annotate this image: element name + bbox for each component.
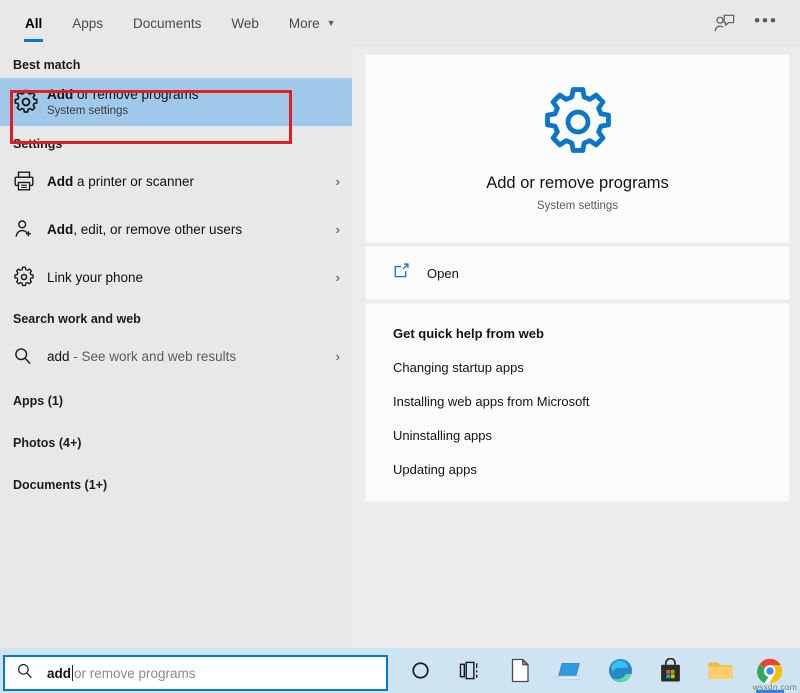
section-header-photos[interactable]: Photos (4+) bbox=[0, 422, 352, 464]
taskbar-search-input[interactable]: add or remove programs bbox=[3, 655, 388, 691]
tab-bar-actions: ••• bbox=[706, 0, 800, 47]
gear-icon bbox=[541, 85, 615, 164]
search-tabs: All Apps Documents Web More ▼ bbox=[0, 0, 351, 47]
help-link-changing-startup-apps[interactable]: Changing startup apps bbox=[393, 360, 789, 375]
web-result-text: add - See work and web results bbox=[47, 348, 328, 365]
result-title-bold: Add bbox=[47, 86, 74, 102]
result-title: Add or remove programs bbox=[47, 86, 340, 103]
tab-all[interactable]: All bbox=[10, 0, 57, 47]
settings-header: Settings bbox=[13, 137, 63, 151]
result-subtitle: System settings bbox=[47, 104, 129, 117]
search-suggestion: or remove programs bbox=[74, 665, 196, 681]
microsoft-store-icon bbox=[660, 658, 680, 682]
document-icon bbox=[511, 658, 529, 683]
open-external-icon bbox=[393, 262, 410, 284]
chevron-right-icon: › bbox=[335, 348, 340, 364]
gear-icon bbox=[13, 89, 47, 115]
result-text: Add or remove programs System settings bbox=[47, 86, 340, 119]
settings-item-title: Add a printer or scanner bbox=[47, 173, 328, 190]
web-result-title: add - See work and web results bbox=[47, 348, 328, 365]
settings-item-title-bold: Add bbox=[47, 221, 74, 237]
add-user-icon bbox=[13, 218, 47, 240]
settings-item-title-bold: Add bbox=[47, 173, 74, 189]
help-link-updating-apps[interactable]: Updating apps bbox=[393, 462, 789, 477]
section-header-apps[interactable]: Apps (1) bbox=[0, 380, 352, 422]
taskbar-icons bbox=[395, 648, 800, 693]
settings-item-text: Link your phone bbox=[47, 269, 328, 286]
watermark: wsxdn.com bbox=[752, 682, 797, 692]
taskbar-item-document[interactable] bbox=[495, 648, 545, 693]
result-add-or-remove-programs[interactable]: Add or remove programs System settings bbox=[0, 78, 352, 126]
cortana-icon bbox=[411, 662, 429, 679]
quick-help-title: Get quick help from web bbox=[393, 326, 544, 341]
settings-item-title-rest: , edit, or remove other users bbox=[73, 221, 243, 237]
tab-all-label: All bbox=[25, 16, 43, 31]
preview-app-card: Add or remove programs System settings bbox=[366, 55, 789, 242]
tab-web[interactable]: Web bbox=[216, 0, 274, 47]
tab-web-label: Web bbox=[231, 16, 259, 31]
taskbar-item-microsoft-store[interactable] bbox=[645, 648, 695, 693]
microsoft-edge-icon bbox=[608, 658, 632, 683]
preview-subtitle: System settings bbox=[536, 200, 619, 212]
search-results-panel: Best match Add or remove programs System… bbox=[0, 47, 352, 648]
file-explorer-icon bbox=[707, 662, 733, 679]
result-title-rest: or remove programs bbox=[73, 86, 199, 102]
section-header-documents[interactable]: Documents (1+) bbox=[0, 464, 352, 506]
preview-title: Add or remove programs bbox=[486, 174, 669, 192]
open-label: Open bbox=[427, 265, 459, 281]
chevron-down-icon: ▼ bbox=[326, 18, 336, 28]
remote-desktop-icon bbox=[556, 662, 582, 680]
settings-item-add-edit-remove-users[interactable]: Add, edit, or remove other users › bbox=[0, 205, 352, 253]
more-options-button[interactable]: ••• bbox=[748, 7, 784, 41]
settings-item-link-your-phone[interactable]: Link your phone › bbox=[0, 253, 352, 301]
feedback-button[interactable] bbox=[706, 7, 742, 41]
ellipsis-icon: ••• bbox=[754, 11, 778, 30]
chevron-right-icon: › bbox=[335, 173, 340, 189]
tab-more[interactable]: More ▼ bbox=[274, 0, 351, 47]
search-text: add or remove programs bbox=[47, 665, 196, 681]
taskbar-item-cortana[interactable] bbox=[395, 648, 445, 693]
search-tab-bar: All Apps Documents Web More ▼ ••• bbox=[0, 0, 800, 47]
taskbar-item-microsoft-edge[interactable] bbox=[595, 648, 645, 693]
tab-more-label: More bbox=[288, 16, 320, 31]
settings-item-text: Add, edit, or remove other users bbox=[47, 221, 328, 238]
help-link-uninstalling-apps[interactable]: Uninstalling apps bbox=[393, 428, 789, 443]
search-typed-value: add bbox=[47, 665, 72, 681]
search-preview-panel: Add or remove programs System settings O… bbox=[352, 47, 800, 648]
printer-icon bbox=[13, 170, 47, 192]
tab-apps[interactable]: Apps bbox=[57, 0, 118, 47]
gear-icon bbox=[13, 266, 47, 288]
best-match-header: Best match bbox=[13, 58, 81, 72]
help-link-installing-web-apps[interactable]: Installing web apps from Microsoft bbox=[393, 394, 789, 409]
tab-apps-label: Apps bbox=[72, 16, 104, 31]
search-icon bbox=[13, 346, 47, 366]
chevron-right-icon: › bbox=[335, 221, 340, 237]
web-result-item[interactable]: add - See work and web results › bbox=[0, 332, 352, 380]
chevron-right-icon: › bbox=[335, 269, 340, 285]
tab-documents[interactable]: Documents bbox=[118, 0, 216, 47]
tab-documents-label: Documents bbox=[133, 16, 202, 31]
search-work-and-web-header: Search work and web bbox=[13, 312, 141, 326]
google-chrome-icon bbox=[757, 658, 783, 683]
web-result-query: add bbox=[47, 348, 70, 364]
settings-item-text: Add a printer or scanner bbox=[47, 173, 328, 190]
windows-search-screen: All Apps Documents Web More ▼ ••• Best m… bbox=[0, 0, 800, 693]
settings-item-title: Link your phone bbox=[47, 269, 328, 286]
tab-active-underline bbox=[24, 39, 44, 42]
text-cursor bbox=[72, 665, 74, 681]
open-button[interactable]: Open bbox=[366, 247, 789, 299]
feedback-person-icon bbox=[714, 14, 734, 32]
settings-item-title-rest: Link your phone bbox=[47, 269, 144, 285]
settings-item-add-printer[interactable]: Add a printer or scanner › bbox=[0, 157, 352, 205]
task-view-icon bbox=[459, 661, 477, 680]
search-icon bbox=[16, 662, 34, 685]
web-result-suffix: - See work and web results bbox=[69, 348, 237, 364]
settings-item-title-rest: a printer or scanner bbox=[73, 173, 195, 189]
settings-item-title: Add, edit, or remove other users bbox=[47, 221, 328, 238]
taskbar-item-remote-desktop[interactable] bbox=[545, 648, 595, 693]
quick-help-card: Get quick help from web Changing startup… bbox=[366, 304, 789, 501]
taskbar-item-task-view[interactable] bbox=[445, 648, 495, 693]
taskbar-item-file-explorer[interactable] bbox=[695, 648, 745, 693]
